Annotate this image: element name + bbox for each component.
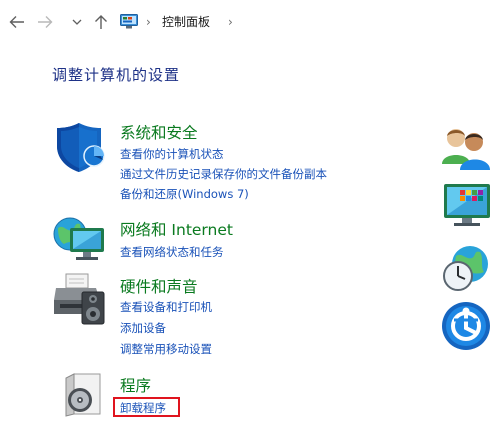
link-view-network-status[interactable]: 查看网络状态和任务	[120, 244, 224, 260]
ease-of-access-icon[interactable]	[440, 300, 492, 356]
shield-icon[interactable]	[54, 120, 108, 178]
forward-arrow-icon[interactable]	[36, 12, 54, 32]
control-panel-icon[interactable]	[120, 14, 138, 29]
back-arrow-icon[interactable]	[8, 12, 26, 32]
breadcrumb-separator: ›	[146, 15, 151, 29]
breadcrumb-separator[interactable]: ›	[228, 14, 233, 30]
highlight-box	[113, 397, 180, 417]
user-accounts-icon[interactable]	[440, 124, 492, 176]
appearance-monitor-icon[interactable]	[442, 180, 492, 232]
navigation-bar: › 控制面板 ›	[0, 0, 492, 44]
network-globe-icon[interactable]	[52, 214, 108, 268]
up-arrow-icon[interactable]	[92, 12, 110, 32]
category-title-system-security[interactable]: 系统和安全	[120, 121, 198, 143]
page-title: 调整计算机的设置	[52, 66, 181, 84]
category-title-programs[interactable]: 程序	[120, 374, 151, 396]
category-title-hardware-sound[interactable]: 硬件和声音	[120, 275, 198, 297]
link-file-history-backup[interactable]: 通过文件历史记录保存你的文件备份副本	[120, 166, 327, 182]
breadcrumb-item-control-panel[interactable]: 控制面板	[162, 13, 210, 31]
printer-speaker-icon[interactable]	[52, 270, 108, 330]
clock-region-icon[interactable]	[440, 244, 492, 296]
category-title-network-internet[interactable]: 网络和 Internet	[120, 218, 233, 240]
link-mobility-settings[interactable]: 调整常用移动设置	[120, 341, 212, 357]
chevron-down-icon[interactable]	[70, 12, 84, 32]
control-panel-window: › 控制面板 › 调整计算机的设置 系统和安全 查看你的计算机状态 通过文件历史…	[0, 0, 492, 424]
link-view-devices-printers[interactable]: 查看设备和打印机	[120, 299, 212, 315]
link-add-device[interactable]: 添加设备	[120, 320, 166, 336]
link-backup-restore[interactable]: 备份和还原(Windows 7)	[120, 186, 249, 202]
link-view-computer-status[interactable]: 查看你的计算机状态	[120, 146, 224, 162]
programs-disc-icon[interactable]	[60, 370, 108, 422]
